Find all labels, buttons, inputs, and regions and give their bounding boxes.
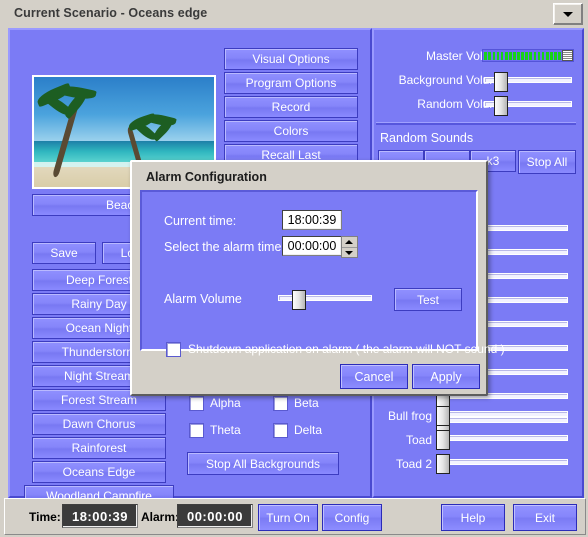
meter-segment <box>496 51 500 60</box>
meter-segment <box>558 51 561 60</box>
turn-on-button[interactable]: Turn On <box>258 504 318 531</box>
slider-thumb[interactable] <box>292 290 306 310</box>
colors-button[interactable]: Colors <box>224 120 358 142</box>
slider-track <box>436 459 568 465</box>
background-volume-slider[interactable] <box>484 72 572 92</box>
help-button[interactable]: Help <box>441 504 505 531</box>
shutdown-on-alarm-label: Shutdown application on alarm ( the alar… <box>188 342 505 356</box>
chevron-up-icon <box>345 240 353 244</box>
save-button[interactable]: Save <box>32 242 96 264</box>
sound-slider-10[interactable] <box>436 406 568 426</box>
alarm-configuration-dialog: Alarm Configuration Current time: 18:00:… <box>130 160 505 396</box>
sound-slider-11[interactable] <box>436 430 568 450</box>
program-options-button[interactable]: Program Options <box>224 72 358 94</box>
config-button[interactable]: Config <box>322 504 382 531</box>
meter-segment <box>484 51 488 60</box>
meter-segment <box>508 51 512 60</box>
status-bar: Time: 18:00:39 Alarm: 00:00:00 Turn On C… <box>4 498 586 535</box>
spinner-down[interactable] <box>342 248 357 258</box>
meter-segment <box>492 51 496 60</box>
meter-segment <box>545 51 549 60</box>
checkbox-alpha-label: Alpha <box>210 396 241 410</box>
alarm-time-label: Select the alarm time <box>164 240 282 254</box>
slider-thumb[interactable] <box>436 430 450 450</box>
dialog-body: Current time: 18:00:39 Select the alarm … <box>140 190 505 357</box>
sound-slider-label-12: Toad 2 <box>395 457 432 471</box>
sound-slider-label-11: Toad <box>405 433 432 447</box>
meter-segment <box>541 51 545 60</box>
application-window: Current Scenario - Oceans edge Beach Sav… <box>0 0 588 537</box>
chevron-down-icon <box>563 12 573 17</box>
checkbox-theta-label: Theta <box>210 423 241 437</box>
exit-button[interactable]: Exit <box>513 504 577 531</box>
current-time-value: 18:00:39 <box>282 210 342 230</box>
checkbox-alpha[interactable] <box>189 396 204 411</box>
preset-button-8[interactable]: Rainforest <box>32 437 166 459</box>
page-title: Current Scenario - Oceans edge <box>14 6 208 20</box>
checkbox-beta[interactable] <box>273 396 288 411</box>
random-volume-slider[interactable] <box>484 96 572 116</box>
alarm-volume-label: Alarm Volume <box>164 292 242 306</box>
shutdown-on-alarm-checkbox[interactable] <box>166 342 181 357</box>
meter-segment <box>504 51 508 60</box>
alarm-time-input[interactable]: 00:00:00 <box>282 236 342 256</box>
dialog-title: Alarm Configuration <box>146 170 267 184</box>
slider-thumb[interactable] <box>436 454 450 474</box>
divider <box>376 122 576 125</box>
meter-grip-icon <box>562 50 573 61</box>
meter-segment <box>517 51 520 60</box>
stop-all-backgrounds-button[interactable]: Stop All Backgrounds <box>187 452 339 475</box>
meter-segment <box>500 51 504 60</box>
record-button[interactable]: Record <box>224 96 358 118</box>
title-bar: Current Scenario - Oceans edge <box>0 0 588 26</box>
sound-slider-12[interactable] <box>436 454 568 474</box>
slider-track <box>436 411 568 417</box>
checkbox-theta[interactable] <box>189 423 204 438</box>
status-alarm-value: 00:00:00 <box>177 504 253 528</box>
meter-segment <box>533 51 537 60</box>
checkbox-delta-label: Delta <box>294 423 323 437</box>
spinner-up[interactable] <box>342 237 357 248</box>
apply-button[interactable]: Apply <box>412 364 480 389</box>
scenario-dropdown-button[interactable] <box>553 3 583 25</box>
meter-segment <box>549 51 553 60</box>
slider-thumb[interactable] <box>494 96 508 116</box>
chevron-down-icon <box>345 251 353 255</box>
meter-segment <box>521 51 524 60</box>
cancel-button[interactable]: Cancel <box>340 364 408 389</box>
alarm-volume-slider[interactable] <box>278 290 372 310</box>
meter-segment <box>525 51 529 60</box>
sound-slider-label-10: Bull frog <box>387 409 432 423</box>
random-sounds-label: Random Sounds <box>380 131 474 145</box>
preset-button-9[interactable]: Oceans Edge <box>32 461 166 483</box>
current-time-label: Current time: <box>164 214 237 228</box>
slider-track <box>436 435 568 441</box>
status-time-value: 18:00:39 <box>62 504 138 528</box>
preset-button-7[interactable]: Dawn Chorus <box>32 413 166 435</box>
checkbox-beta-label: Beta <box>294 396 319 410</box>
stop-all-button[interactable]: Stop All <box>518 150 576 174</box>
master-volume-meter[interactable] <box>482 49 574 62</box>
meter-segment <box>553 51 557 60</box>
checkbox-delta[interactable] <box>273 423 288 438</box>
test-alarm-button[interactable]: Test <box>394 288 462 311</box>
alarm-time-spinner[interactable] <box>341 236 358 258</box>
status-alarm-label: Alarm: <box>141 510 180 524</box>
meter-segment <box>488 51 492 60</box>
meter-segment <box>537 51 541 60</box>
visual-options-button[interactable]: Visual Options <box>224 48 358 70</box>
meter-segment <box>529 51 533 60</box>
slider-thumb[interactable] <box>436 406 450 426</box>
meter-segment <box>513 51 516 60</box>
slider-thumb[interactable] <box>494 72 508 92</box>
status-time-label: Time: <box>29 510 61 524</box>
